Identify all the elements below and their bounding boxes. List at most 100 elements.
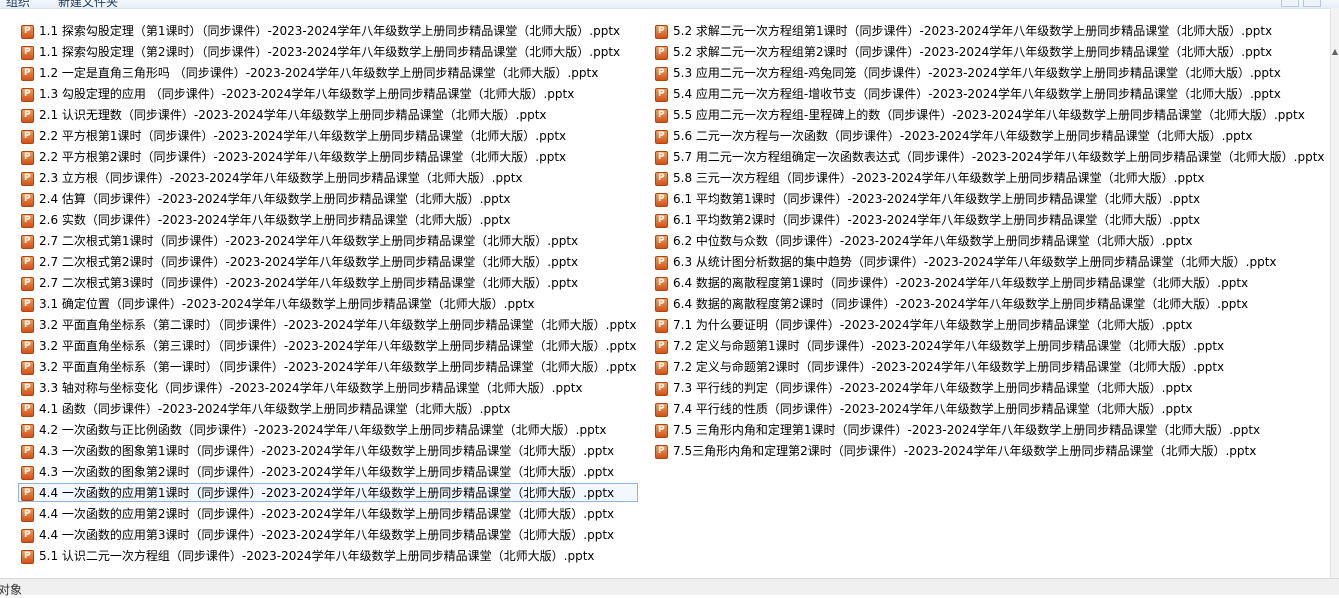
file-name: 2.1 认识无理数（同步课件）-2023-2024学年八年级数学上册同步精品课堂… bbox=[39, 108, 547, 122]
file-item[interactable]: 7.2 定义与命题第2课时（同步课件）-2023-2024学年八年级数学上册同步… bbox=[652, 357, 1326, 377]
file-item[interactable]: 7.2 定义与命题第1课时（同步课件）-2023-2024学年八年级数学上册同步… bbox=[652, 336, 1326, 356]
file-item[interactable]: 2.1 认识无理数（同步课件）-2023-2024学年八年级数学上册同步精品课堂… bbox=[18, 105, 638, 125]
pptx-file-icon bbox=[21, 400, 34, 419]
pptx-file-icon bbox=[655, 442, 668, 461]
file-name: 2.7 二次根式第1课时（同步课件）-2023-2024学年八年级数学上册同步精… bbox=[39, 234, 579, 248]
preview-pane-icon[interactable] bbox=[1303, 0, 1321, 7]
file-item[interactable]: 2.4 估算（同步课件）-2023-2024学年八年级数学上册同步精品课堂（北师… bbox=[18, 189, 638, 209]
pptx-file-icon bbox=[655, 190, 668, 209]
file-item[interactable]: 4.3 一次函数的图象第1课时（同步课件）-2023-2024学年八年级数学上册… bbox=[18, 441, 638, 461]
file-item[interactable]: 6.1 平均数第1课时（同步课件）-2023-2024学年八年级数学上册同步精品… bbox=[652, 189, 1326, 209]
file-item[interactable]: 2.6 实数（同步课件）-2023-2024学年八年级数学上册同步精品课堂（北师… bbox=[18, 210, 638, 230]
file-item[interactable]: 3.2 平面直角坐标系（第二课时）（同步课件）-2023-2024学年八年级数学… bbox=[18, 315, 638, 335]
file-name: 7.2 定义与命题第2课时（同步课件）-2023-2024学年八年级数学上册同步… bbox=[673, 360, 1225, 374]
pptx-file-icon bbox=[21, 337, 34, 356]
file-item[interactable]: 2.7 二次根式第3课时（同步课件）-2023-2024学年八年级数学上册同步精… bbox=[18, 273, 638, 293]
file-item[interactable]: 4.4 一次函数的应用第1课时（同步课件）-2023-2024学年八年级数学上册… bbox=[18, 483, 638, 503]
pptx-file-icon bbox=[655, 232, 668, 251]
file-item[interactable]: 2.3 立方根（同步课件）-2023-2024学年八年级数学上册同步精品课堂（北… bbox=[18, 168, 638, 188]
file-item[interactable]: 3.3 轴对称与坐标变化（同步课件）-2023-2024学年八年级数学上册同步精… bbox=[18, 378, 638, 398]
file-name: 1.1 探索勾股定理（第1课时）（同步课件）-2023-2024学年八年级数学上… bbox=[39, 24, 621, 38]
pptx-file-icon bbox=[655, 64, 668, 83]
file-item[interactable]: 5.2 求解二元一次方程组第1课时（同步课件）-2023-2024学年八年级数学… bbox=[652, 21, 1326, 41]
file-item[interactable]: 2.2 平方根第2课时（同步课件）-2023-2024学年八年级数学上册同步精品… bbox=[18, 147, 638, 167]
view-options-icon[interactable] bbox=[1281, 0, 1299, 7]
file-item[interactable]: 4.4 一次函数的应用第3课时（同步课件）-2023-2024学年八年级数学上册… bbox=[18, 525, 638, 545]
file-item[interactable]: 4.1 函数（同步课件）-2023-2024学年八年级数学上册同步精品课堂（北师… bbox=[18, 399, 638, 419]
file-item[interactable]: 2.2 平方根第1课时（同步课件）-2023-2024学年八年级数学上册同步精品… bbox=[18, 126, 638, 146]
pptx-file-icon bbox=[21, 85, 34, 104]
file-name: 5.2 求解二元一次方程组第1课时（同步课件）-2023-2024学年八年级数学… bbox=[673, 24, 1273, 38]
file-item[interactable]: 6.4 数据的离散程度第2课时（同步课件）-2023-2024学年八年级数学上册… bbox=[652, 294, 1326, 314]
pptx-file-icon bbox=[655, 379, 668, 398]
file-item[interactable]: 7.5三角形内角和定理第2课时（同步课件）-2023-2024学年八年级数学上册… bbox=[652, 441, 1326, 461]
scroll-up-arrow-icon[interactable]: ▲ bbox=[1331, 46, 1339, 58]
file-name: 3.3 轴对称与坐标变化（同步课件）-2023-2024学年八年级数学上册同步精… bbox=[39, 381, 583, 395]
file-name: 7.1 为什么要证明（同步课件）-2023-2024学年八年级数学上册同步精品课… bbox=[673, 318, 1193, 332]
file-name: 7.4 平行线的性质（同步课件）-2023-2024学年八年级数学上册同步精品课… bbox=[673, 402, 1193, 416]
pptx-file-icon bbox=[21, 547, 34, 566]
file-item[interactable]: 5.7 用二元一次方程组确定一次函数表达式（同步课件）-2023-2024学年八… bbox=[652, 147, 1326, 167]
vertical-scrollbar[interactable]: ▲ bbox=[1330, 8, 1339, 578]
organize-button[interactable]: 组织 bbox=[6, 0, 30, 8]
file-name: 6.1 平均数第2课时（同步课件）-2023-2024学年八年级数学上册同步精品… bbox=[673, 213, 1201, 227]
file-item[interactable]: 4.4 一次函数的应用第2课时（同步课件）-2023-2024学年八年级数学上册… bbox=[18, 504, 638, 524]
pptx-file-icon bbox=[655, 22, 668, 41]
pptx-file-icon bbox=[21, 442, 34, 461]
pptx-file-icon bbox=[21, 358, 34, 377]
pptx-file-icon bbox=[21, 211, 34, 230]
file-item[interactable]: 6.1 平均数第2课时（同步课件）-2023-2024学年八年级数学上册同步精品… bbox=[652, 210, 1326, 230]
file-item[interactable]: 3.2 平面直角坐标系（第一课时）（同步课件）-2023-2024学年八年级数学… bbox=[18, 357, 638, 377]
file-item[interactable]: 4.2 一次函数与正比例函数（同步课件）-2023-2024学年八年级数学上册同… bbox=[18, 420, 638, 440]
file-item[interactable]: 5.1 认识二元一次方程组（同步课件）-2023-2024学年八年级数学上册同步… bbox=[18, 546, 638, 566]
pptx-file-icon bbox=[655, 169, 668, 188]
pptx-file-icon bbox=[655, 358, 668, 377]
file-item[interactable]: 6.3 从统计图分析数据的集中趋势（同步课件）-2023-2024学年八年级数学… bbox=[652, 252, 1326, 272]
file-name: 5.4 应用二元一次方程组-增收节支（同步课件）-2023-2024学年八年级数… bbox=[673, 87, 1281, 101]
file-item[interactable]: 7.5 三角形内角和定理第1课时（同步课件）-2023-2024学年八年级数学上… bbox=[652, 420, 1326, 440]
file-item[interactable]: 5.5 应用二元一次方程组-里程碑上的数（同步课件）-2023-2024学年八年… bbox=[652, 105, 1326, 125]
pptx-file-icon bbox=[21, 295, 34, 314]
file-name: 7.2 定义与命题第1课时（同步课件）-2023-2024学年八年级数学上册同步… bbox=[673, 339, 1225, 353]
file-name: 4.3 一次函数的图象第1课时（同步课件）-2023-2024学年八年级数学上册… bbox=[39, 444, 615, 458]
pptx-file-icon bbox=[21, 253, 34, 272]
file-list-column-right: 5.2 求解二元一次方程组第1课时（同步课件）-2023-2024学年八年级数学… bbox=[652, 21, 1326, 462]
file-item[interactable]: 3.2 平面直角坐标系（第三课时）（同步课件）-2023-2024学年八年级数学… bbox=[18, 336, 638, 356]
pptx-file-icon bbox=[21, 43, 34, 62]
file-name: 2.2 平方根第2课时（同步课件）-2023-2024学年八年级数学上册同步精品… bbox=[39, 150, 567, 164]
file-list-column-left: 1.1 探索勾股定理（第1课时）（同步课件）-2023-2024学年八年级数学上… bbox=[18, 21, 638, 567]
file-item[interactable]: 5.2 求解二元一次方程组第2课时（同步课件）-2023-2024学年八年级数学… bbox=[652, 42, 1326, 62]
file-item[interactable]: 7.1 为什么要证明（同步课件）-2023-2024学年八年级数学上册同步精品课… bbox=[652, 315, 1326, 335]
file-item[interactable]: 5.6 二元一次方程与一次函数（同步课件）-2023-2024学年八年级数学上册… bbox=[652, 126, 1326, 146]
pptx-file-icon bbox=[655, 295, 668, 314]
file-item[interactable]: 2.7 二次根式第2课时（同步课件）-2023-2024学年八年级数学上册同步精… bbox=[18, 252, 638, 272]
file-name: 1.2 一定是直角三角形吗 （同步课件）-2023-2024学年八年级数学上册同… bbox=[39, 66, 599, 80]
file-item[interactable]: 1.3 勾股定理的应用 （同步课件）-2023-2024学年八年级数学上册同步精… bbox=[18, 84, 638, 104]
file-name: 4.2 一次函数与正比例函数（同步课件）-2023-2024学年八年级数学上册同… bbox=[39, 423, 607, 437]
file-name: 5.8 三元一次方程组（同步课件）-2023-2024学年八年级数学上册同步精品… bbox=[673, 171, 1205, 185]
new-folder-button[interactable]: 新建文件夹 bbox=[58, 0, 118, 8]
file-name: 3.2 平面直角坐标系（第一课时）（同步课件）-2023-2024学年八年级数学… bbox=[39, 360, 637, 374]
file-item[interactable]: 1.1 探索勾股定理（第1课时）（同步课件）-2023-2024学年八年级数学上… bbox=[18, 21, 638, 41]
pptx-file-icon bbox=[21, 484, 34, 503]
pptx-file-icon bbox=[21, 526, 34, 545]
file-item[interactable]: 2.7 二次根式第1课时（同步课件）-2023-2024学年八年级数学上册同步精… bbox=[18, 231, 638, 251]
file-item[interactable]: 4.3 一次函数的图象第2课时（同步课件）-2023-2024学年八年级数学上册… bbox=[18, 462, 638, 482]
file-item[interactable]: 7.3 平行线的判定（同步课件）-2023-2024学年八年级数学上册同步精品课… bbox=[652, 378, 1326, 398]
file-item[interactable]: 6.4 数据的离散程度第1课时（同步课件）-2023-2024学年八年级数学上册… bbox=[652, 273, 1326, 293]
file-name: 4.1 函数（同步课件）-2023-2024学年八年级数学上册同步精品课堂（北师… bbox=[39, 402, 511, 416]
file-item[interactable]: 5.4 应用二元一次方程组-增收节支（同步课件）-2023-2024学年八年级数… bbox=[652, 84, 1326, 104]
file-name: 2.2 平方根第1课时（同步课件）-2023-2024学年八年级数学上册同步精品… bbox=[39, 129, 567, 143]
pptx-file-icon bbox=[21, 22, 34, 41]
pptx-file-icon bbox=[21, 232, 34, 251]
file-item[interactable]: 5.8 三元一次方程组（同步课件）-2023-2024学年八年级数学上册同步精品… bbox=[652, 168, 1326, 188]
file-name: 2.6 实数（同步课件）-2023-2024学年八年级数学上册同步精品课堂（北师… bbox=[39, 213, 511, 227]
file-item[interactable]: 1.1 探索勾股定理（第2课时）（同步课件）-2023-2024学年八年级数学上… bbox=[18, 42, 638, 62]
file-item[interactable]: 7.4 平行线的性质（同步课件）-2023-2024学年八年级数学上册同步精品课… bbox=[652, 399, 1326, 419]
file-name: 4.4 一次函数的应用第1课时（同步课件）-2023-2024学年八年级数学上册… bbox=[39, 486, 615, 500]
file-item[interactable]: 5.3 应用二元一次方程组-鸡兔同笼（同步课件）-2023-2024学年八年级数… bbox=[652, 63, 1326, 83]
pptx-file-icon bbox=[21, 148, 34, 167]
file-item[interactable]: 3.1 确定位置（同步课件）-2023-2024学年八年级数学上册同步精品课堂（… bbox=[18, 294, 638, 314]
file-item[interactable]: 6.2 中位数与众数（同步课件）-2023-2024学年八年级数学上册同步精品课… bbox=[652, 231, 1326, 251]
file-item[interactable]: 1.2 一定是直角三角形吗 （同步课件）-2023-2024学年八年级数学上册同… bbox=[18, 63, 638, 83]
